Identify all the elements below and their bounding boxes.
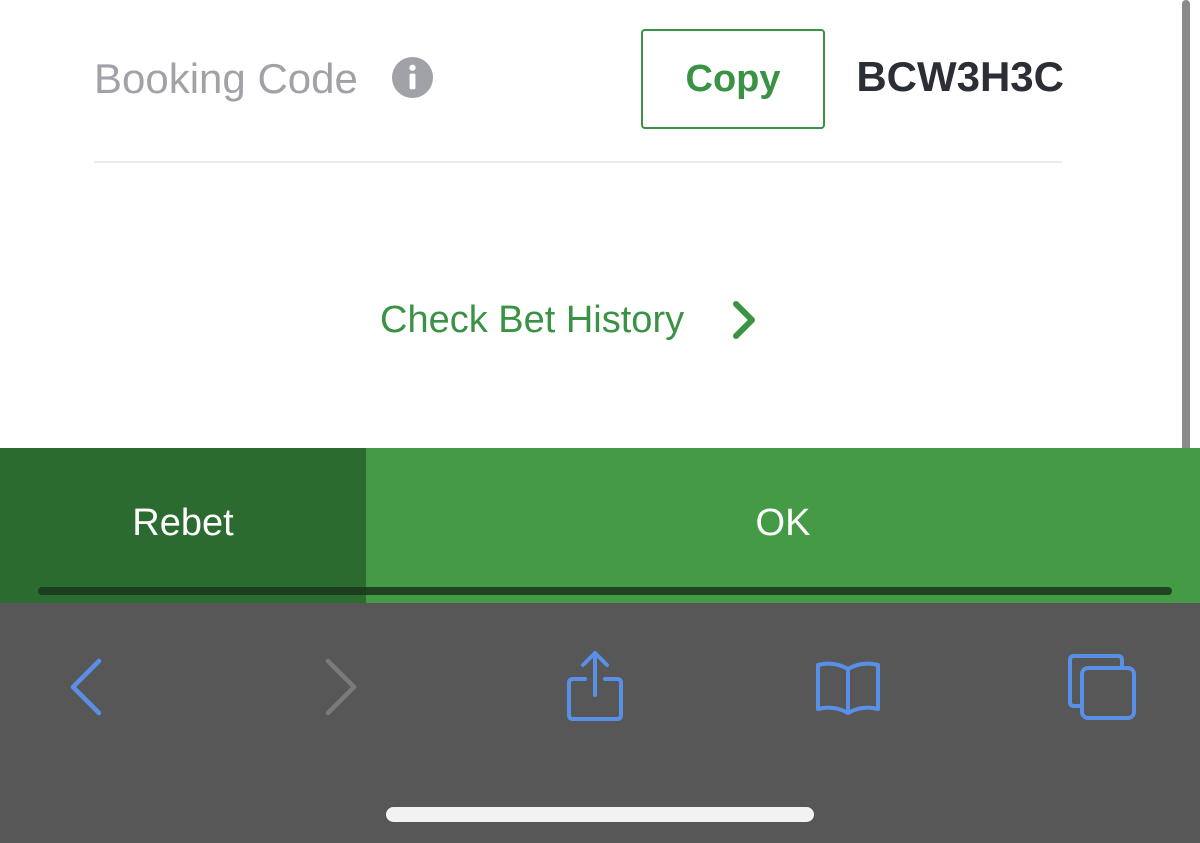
check-bet-history-link[interactable]: Check Bet History: [380, 292, 758, 348]
back-button[interactable]: [42, 647, 132, 727]
forward-button[interactable]: [295, 647, 385, 727]
browser-toolbar: [0, 603, 1200, 843]
rebet-label: Rebet: [132, 502, 234, 544]
share-icon: [567, 651, 623, 721]
horizontal-scroll-indicator[interactable]: [38, 587, 1172, 595]
ok-label: OK: [755, 502, 811, 544]
rebet-button[interactable]: Rebet: [0, 448, 366, 603]
copy-button[interactable]: Copy: [641, 29, 825, 129]
chevron-right-icon: [733, 301, 756, 339]
bet-history-label: Check Bet History: [380, 298, 685, 341]
forward-icon: [325, 658, 357, 716]
share-button[interactable]: [550, 647, 640, 727]
ok-button[interactable]: OK: [366, 448, 1200, 603]
tabs-button[interactable]: [1057, 647, 1147, 727]
home-indicator[interactable]: [386, 807, 814, 822]
back-icon: [70, 658, 102, 716]
bet-confirmation-panel: Booking Code Copy BCW3H3C Check Bet Hist…: [0, 0, 1200, 448]
booking-code-label: Booking Code: [94, 55, 358, 102]
bookmarks-button[interactable]: [803, 647, 893, 727]
divider: [94, 161, 1062, 163]
tabs-icon: [1068, 654, 1136, 720]
info-icon[interactable]: [391, 56, 434, 99]
bookmarks-icon: [816, 661, 880, 715]
booking-code-value: BCW3H3C: [856, 53, 1064, 100]
action-bar: Rebet OK: [0, 448, 1200, 603]
